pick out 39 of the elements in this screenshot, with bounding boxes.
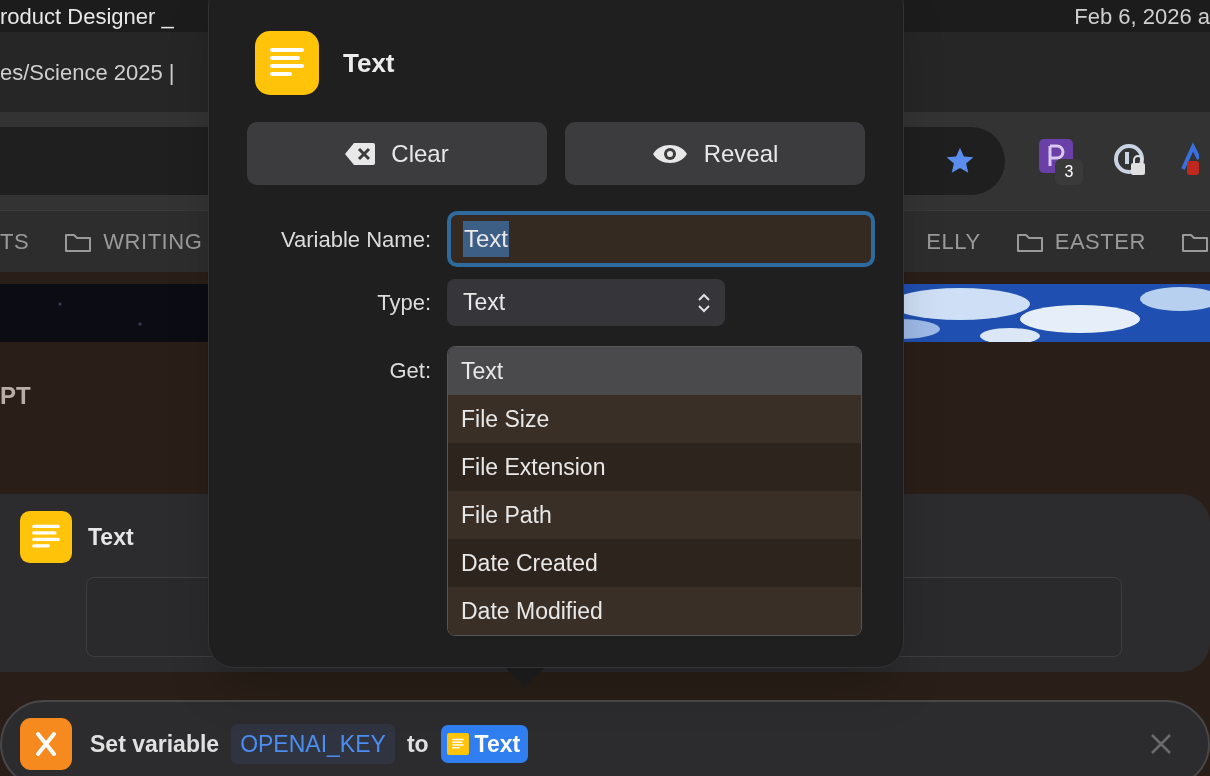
chevron-up-down-icon [697, 291, 711, 314]
reveal-button[interactable]: Reveal [565, 122, 865, 185]
date-time: Feb 6, 2026 a [1074, 2, 1210, 31]
folder-label: WRITING [103, 228, 203, 256]
bookmark-folder[interactable]: EASTER [1014, 225, 1146, 258]
list-item[interactable]: File Path [448, 491, 861, 539]
clear-button[interactable]: Clear [247, 122, 547, 185]
variable-name-field[interactable]: Text [447, 211, 875, 267]
action-label: Set variable [90, 729, 220, 759]
count-badge: 3 [1055, 159, 1083, 185]
delete-icon [345, 141, 376, 166]
list-item[interactable]: Date Modified [448, 587, 861, 635]
field-label: Variable Name: [280, 225, 431, 254]
list-item[interactable]: File Extension [448, 443, 861, 491]
text-lines-icon [255, 31, 319, 95]
action-title: Text [88, 522, 134, 552]
text-lines-icon [446, 733, 469, 755]
folder-label: EASTER [1054, 228, 1146, 256]
text-lines-icon [20, 511, 72, 563]
variable-token[interactable]: Text [440, 724, 529, 764]
section-heading: PT [0, 381, 31, 411]
list-item[interactable]: File Size [448, 395, 861, 443]
field-label: Get: [388, 357, 431, 385]
window-title: roduct Designer _ [0, 2, 174, 31]
type-dropdown[interactable]: Text [447, 279, 725, 326]
bookmark-link[interactable]: ELLY [926, 225, 981, 258]
close-icon[interactable] [1150, 733, 1172, 755]
action-label: to [406, 729, 429, 759]
list-item[interactable]: Date Created [448, 539, 861, 587]
extension-button[interactable]: 3 [1039, 139, 1083, 183]
token-label: Text [474, 729, 521, 759]
bookmark-folder[interactable]: WRITING [63, 225, 203, 258]
variable-token[interactable]: OPENAI_KEY [231, 723, 395, 765]
variable-icon [20, 718, 72, 770]
field-label: Type: [376, 289, 431, 317]
list-item[interactable]: Text [448, 347, 861, 395]
bookmark-link[interactable]: TS [0, 225, 30, 258]
popover-title: Text [343, 46, 395, 80]
tab-title[interactable]: es/Science 2025 | [0, 55, 175, 89]
